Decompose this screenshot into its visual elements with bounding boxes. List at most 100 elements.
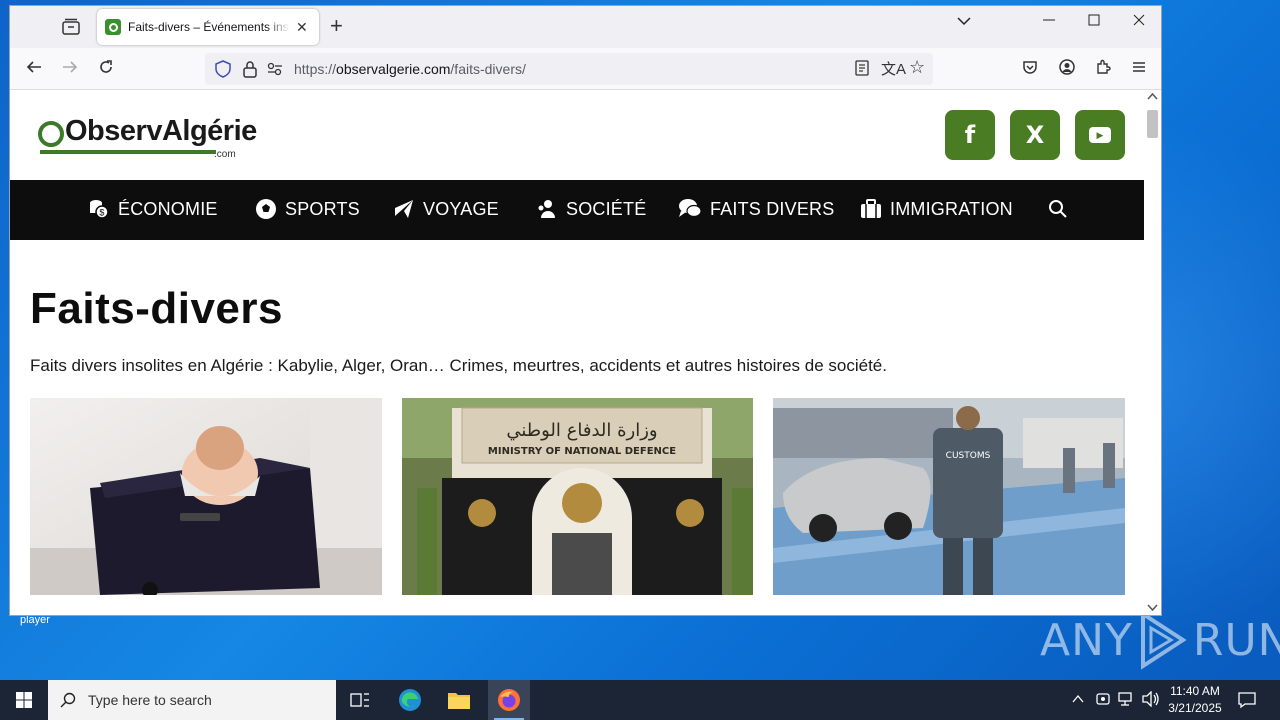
reader-view-icon[interactable] xyxy=(855,60,869,76)
extensions-icon[interactable] xyxy=(1095,59,1111,78)
site-logo[interactable]: ObservAlgérie .com xyxy=(38,115,257,160)
minimize-icon[interactable] xyxy=(1043,13,1055,32)
article-card-image[interactable] xyxy=(30,398,382,595)
forward-icon[interactable] xyxy=(62,59,78,78)
volume-icon[interactable] xyxy=(1142,690,1160,712)
edge-icon[interactable] xyxy=(398,688,422,717)
menu-label: FAITS DIVERS xyxy=(710,198,835,219)
ministry-of-national-defence-photo: وزارة الدفاع الوطني MINISTRY OF NATIONAL… xyxy=(402,398,753,595)
logo-text-observ: Observ xyxy=(65,115,162,147)
url-text[interactable]: https://observalgerie.com/faits-divers/ xyxy=(294,61,526,77)
network-icon[interactable] xyxy=(1118,691,1136,712)
menu-item-societe[interactable]: SOCIÉTÉ xyxy=(536,198,646,220)
translate-icon[interactable]: 文A xyxy=(881,58,906,79)
article-card-image[interactable]: وزارة الدفاع الوطني MINISTRY OF NATIONAL… xyxy=(402,398,753,595)
clock-time: 11:40 AM xyxy=(1170,684,1220,698)
ministry-sign-english: MINISTRY OF NATIONAL DEFENCE xyxy=(488,446,676,457)
site-favicon-icon xyxy=(105,19,121,35)
ministry-sign-arabic: وزارة الدفاع الوطني xyxy=(506,420,657,441)
menu-hamburger-icon[interactable] xyxy=(1131,59,1147,78)
logo-com-suffix: .com xyxy=(214,149,236,160)
maximize-icon[interactable] xyxy=(1088,13,1100,32)
start-button[interactable] xyxy=(0,680,48,720)
reload-icon[interactable] xyxy=(98,59,114,78)
web-page: ObservAlgérie .com f X ▶ $ ÉCONOMIE SPOR… xyxy=(10,90,1145,615)
task-view-icon[interactable] xyxy=(350,691,370,714)
menu-label: IMMIGRATION xyxy=(890,198,1013,219)
show-hidden-icons-icon[interactable] xyxy=(1071,692,1085,711)
baby-in-suitcase-photo xyxy=(30,398,382,595)
menu-label: SPORTS xyxy=(285,198,360,219)
clock[interactable]: 11:40 AM 3/21/2025 xyxy=(1162,683,1228,717)
firefox-taskbar-button[interactable] xyxy=(488,680,530,720)
menu-item-voyage[interactable]: VOYAGE xyxy=(393,198,499,220)
lock-icon[interactable] xyxy=(243,60,257,78)
meet-now-icon[interactable] xyxy=(1095,691,1111,712)
back-icon[interactable] xyxy=(26,59,42,78)
url-bar[interactable]: https://observalgerie.com/faits-divers/ … xyxy=(205,53,933,85)
comments-icon xyxy=(679,199,702,218)
play-logo-icon xyxy=(1140,610,1187,670)
watermark-left: ANY xyxy=(1040,614,1133,666)
menu-item-immigration[interactable]: IMMIGRATION xyxy=(860,198,1013,220)
windows-logo-icon xyxy=(16,692,32,708)
facebook-button[interactable]: f xyxy=(945,110,995,160)
scroll-down-icon[interactable] xyxy=(1147,604,1158,615)
menu-label: VOYAGE xyxy=(423,198,499,219)
logo-o-icon xyxy=(38,120,64,147)
menu-label: SOCIÉTÉ xyxy=(566,198,647,219)
search-button[interactable] xyxy=(1048,199,1076,219)
account-icon[interactable] xyxy=(1059,59,1075,78)
tab-overflow-chevron-icon[interactable] xyxy=(957,14,971,33)
tab-list-icon[interactable] xyxy=(60,17,82,37)
svg-text:$: $ xyxy=(99,208,104,218)
x-icon: X xyxy=(1025,121,1045,149)
permissions-icon[interactable] xyxy=(267,62,283,76)
plane-icon xyxy=(395,200,413,218)
scroll-up-icon[interactable] xyxy=(1147,92,1158,103)
menu-label: ÉCONOMIE xyxy=(118,198,218,219)
facebook-icon: f xyxy=(964,121,976,149)
customs-badge-text: CUSTOMS xyxy=(946,451,991,461)
logo-text-algerie: Algérie xyxy=(161,115,257,147)
customs-officers-photo: CUSTOMS xyxy=(773,398,1125,595)
taskbar-search-box[interactable]: Type here to search xyxy=(48,680,336,720)
youtube-icon: ▶ xyxy=(1089,127,1111,143)
pocket-icon[interactable] xyxy=(1022,59,1038,78)
page-scrollbar[interactable] xyxy=(1144,90,1161,615)
logo-underline xyxy=(40,150,216,154)
close-window-icon[interactable] xyxy=(1133,13,1145,32)
main-menu: $ ÉCONOMIE SPORTS VOYAGE SOCIÉTÉ FAITS D… xyxy=(10,180,1145,240)
menu-item-faits-divers[interactable]: FAITS DIVERS xyxy=(678,198,834,220)
active-tab[interactable]: Faits-divers – Événements insolites en A… xyxy=(97,9,319,45)
tab-close-icon[interactable]: ✕ xyxy=(296,19,308,36)
tab-bar: Faits-divers – Événements insolites en A… xyxy=(10,6,1161,48)
bookmark-star-icon[interactable]: ☆ xyxy=(909,57,925,78)
menu-item-economie[interactable]: $ ÉCONOMIE xyxy=(88,198,218,220)
users-icon xyxy=(538,200,555,218)
search-icon xyxy=(1049,200,1067,218)
page-intro: Faits divers insolites en Algérie : Kaby… xyxy=(30,356,887,375)
new-tab-icon[interactable]: + xyxy=(330,15,343,37)
file-explorer-icon[interactable] xyxy=(447,689,471,716)
tab-title: Faits-divers – Événements insolites en A… xyxy=(128,20,290,34)
anyrun-watermark: ANY RUN xyxy=(1040,610,1280,670)
taskbar: Type here to search 11:40 AM 3/21/2025 xyxy=(0,680,1280,720)
article-card-image[interactable]: CUSTOMS xyxy=(773,398,1125,595)
x-twitter-button[interactable]: X xyxy=(1010,110,1060,160)
coins-icon: $ xyxy=(90,200,109,219)
search-icon xyxy=(60,692,76,708)
watermark-right: RUN xyxy=(1192,614,1280,666)
firefox-icon xyxy=(498,689,520,711)
notifications-icon[interactable] xyxy=(1238,691,1256,714)
youtube-button[interactable]: ▶ xyxy=(1075,110,1125,160)
navigation-bar: https://observalgerie.com/faits-divers/ … xyxy=(10,48,1161,90)
clock-date: 3/21/2025 xyxy=(1168,701,1222,715)
taskbar-search-placeholder: Type here to search xyxy=(88,692,212,708)
menu-item-sports[interactable]: SPORTS xyxy=(255,198,360,220)
scroll-thumb[interactable] xyxy=(1147,110,1158,138)
football-icon xyxy=(256,199,276,219)
tracking-shield-icon[interactable] xyxy=(215,60,231,78)
firefox-window: Faits-divers – Événements insolites en A… xyxy=(9,5,1162,616)
suitcase-icon xyxy=(861,199,881,218)
